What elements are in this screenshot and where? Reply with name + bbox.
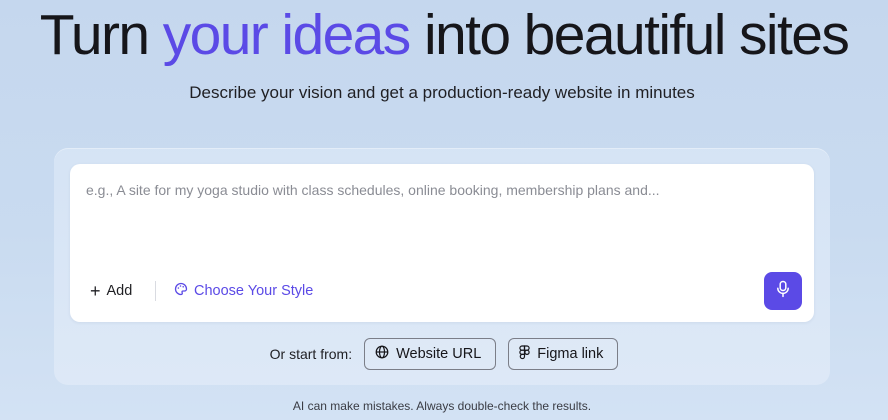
plus-icon: + [90, 281, 101, 301]
website-url-button[interactable]: Website URL [364, 338, 497, 370]
page-subtitle: Describe your vision and get a productio… [189, 83, 695, 102]
page-headline: Turn your ideas into beautiful sites [0, 2, 888, 68]
headline-accent: your ideas [162, 3, 412, 67]
add-button[interactable]: + Add [90, 280, 132, 302]
headline-suffix: into beautiful sites [409, 3, 850, 67]
choose-style-label: Choose Your Style [194, 283, 314, 299]
prompt-card: + Add Choose Your Style [70, 164, 814, 322]
microphone-button[interactable] [764, 272, 802, 310]
ai-disclaimer: AI can make mistakes. Always double-chec… [292, 399, 592, 413]
start-from-row: Or start from: Website URL Figma link [0, 338, 888, 370]
headline-prefix: Turn [39, 3, 163, 67]
choose-style-button[interactable]: Choose Your Style [174, 280, 313, 302]
globe-icon [375, 345, 389, 363]
add-button-label: Add [106, 283, 133, 299]
toolbar-divider [155, 281, 156, 301]
start-from-label: Or start from: [269, 346, 353, 362]
figma-icon [519, 344, 530, 364]
prompt-input[interactable] [86, 182, 786, 252]
figma-link-label: Figma link [537, 346, 604, 362]
website-url-label: Website URL [396, 346, 482, 362]
figma-link-button[interactable]: Figma link [508, 338, 619, 370]
microphone-icon [775, 280, 791, 303]
palette-icon [174, 282, 188, 300]
